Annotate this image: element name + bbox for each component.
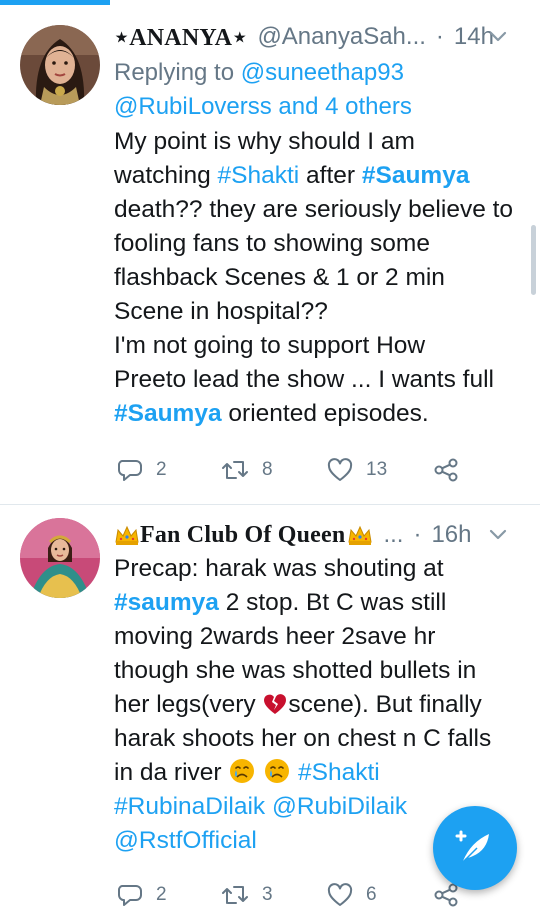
chevron-down-icon[interactable] xyxy=(486,25,510,49)
user-handle[interactable]: @AnanyaSah... xyxy=(257,23,425,51)
compose-tweet-icon xyxy=(455,830,489,863)
retweet-icon xyxy=(222,461,248,479)
separator-dot: · xyxy=(435,23,444,50)
hashtag-link[interactable]: #Shakti xyxy=(218,162,300,189)
heart-icon xyxy=(327,883,353,906)
replying-user-link[interactable]: @suneethap93 xyxy=(241,59,404,86)
mention-link[interactable]: @RstfOfficial xyxy=(114,827,257,854)
text-line: in da river #Shakti xyxy=(114,759,380,786)
text-line: Preeto lead the show ... I wants full xyxy=(114,366,494,393)
user-handle[interactable]: ... xyxy=(383,521,403,549)
broken-heart-emoji xyxy=(264,694,287,714)
retweet-button[interactable]: 3 xyxy=(220,879,273,911)
replying-to: Replying to @suneethap93 @RubiLoverss an… xyxy=(114,56,534,124)
reply-count: 2 xyxy=(156,884,167,905)
retweet-count: 8 xyxy=(262,459,273,480)
share-icon xyxy=(434,458,458,482)
text-line: fooling fans to showing some xyxy=(114,230,430,257)
heart-icon xyxy=(327,458,353,481)
separator-dot: · xyxy=(413,521,422,548)
compose-tweet-button[interactable] xyxy=(433,806,517,890)
mention-link[interactable]: @RubiDilaik xyxy=(272,793,407,820)
text-line: though she was shotted bullets in xyxy=(114,657,477,684)
hashtag-link[interactable]: #Saumya xyxy=(362,162,470,189)
text-line: Scene in hospital?? xyxy=(114,298,328,325)
reply-icon xyxy=(118,885,142,906)
text-line: her legs(very scene). But finally xyxy=(114,691,482,718)
reply-icon xyxy=(118,460,142,481)
avatar-fan-club[interactable] xyxy=(20,518,100,598)
replying-others-link[interactable]: @RubiLoverss and 4 others xyxy=(114,90,534,124)
tweet-text: My point is why should I am watching #Sh… xyxy=(114,125,534,431)
text-line: death?? they are seriously believe to xyxy=(114,196,514,223)
hashtag-link[interactable]: #Saumya xyxy=(114,400,222,427)
reply-button[interactable]: 2 xyxy=(116,454,167,486)
retweet-button[interactable]: 8 xyxy=(220,454,273,486)
text-line: My point is why should I am xyxy=(114,128,415,155)
crown-emoji xyxy=(348,525,373,545)
tweet-actions: 2 8 13 xyxy=(114,454,534,486)
crying-face-emoji xyxy=(230,759,255,783)
display-name[interactable]: Fan Club Of Queen xyxy=(140,522,345,549)
like-button[interactable]: 6 xyxy=(326,879,377,911)
text-line: moving 2wards heer 2save hr xyxy=(114,623,436,650)
tweet-1[interactable]: ⋆ANANYA⋆ @AnanyaSah... · 14h Replying to… xyxy=(0,0,540,504)
replying-label: Replying to xyxy=(114,59,235,86)
like-count: 13 xyxy=(366,459,388,480)
crying-face-emoji xyxy=(265,759,290,783)
text-line: #Saumya oriented episodes. xyxy=(114,400,429,427)
text-line: I'm not going to support How xyxy=(114,332,426,359)
share-button[interactable] xyxy=(432,454,460,486)
like-button[interactable]: 13 xyxy=(326,454,387,486)
chevron-down-icon[interactable] xyxy=(486,523,510,547)
hashtag-link[interactable]: #Shakti xyxy=(298,759,380,786)
crown-emoji xyxy=(115,525,139,545)
display-name[interactable]: ⋆ANANYA⋆ xyxy=(114,23,247,52)
retweet-count: 3 xyxy=(262,884,273,905)
text-line: #saumya 2 stop. Bt C was still xyxy=(114,589,447,616)
tweet-header: Fan Club Of Queen ... · 16h xyxy=(114,517,526,553)
hashtag-link[interactable]: #saumya xyxy=(114,589,219,616)
hashtag-link[interactable]: #RubinaDilaik xyxy=(114,793,265,820)
text-line: Precap: harak was shouting at xyxy=(114,555,444,582)
reply-button[interactable]: 2 xyxy=(116,879,167,911)
avatar-ananya[interactable] xyxy=(20,25,100,105)
reply-count: 2 xyxy=(156,459,167,480)
like-count: 6 xyxy=(366,884,377,905)
text-line: watching #Shakti after #Saumya xyxy=(114,162,470,189)
text-line: flashback Scenes & 1 or 2 min xyxy=(114,264,445,291)
timestamp[interactable]: 16h xyxy=(431,521,471,549)
tweet-header: ⋆ANANYA⋆ @AnanyaSah... · 14h xyxy=(114,19,526,55)
retweet-icon xyxy=(222,886,248,904)
text-line: harak shoots her on chest n C falls xyxy=(114,725,492,752)
